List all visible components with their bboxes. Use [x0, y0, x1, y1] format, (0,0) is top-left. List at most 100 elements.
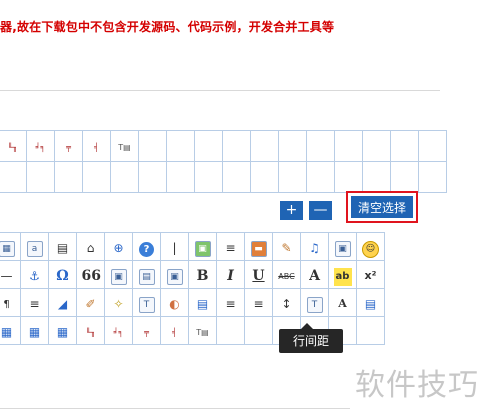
grid-cell[interactable] — [82, 161, 111, 193]
merge-cells-icon[interactable]: ╙╖ — [4, 139, 22, 157]
grid-cell[interactable] — [356, 316, 385, 345]
select-all-icon[interactable]: ◐ — [166, 295, 184, 313]
insert-code-icon[interactable]: ▣ — [110, 269, 127, 285]
grid-cell[interactable] — [390, 130, 419, 162]
grid-cell[interactable]: ▤ — [48, 232, 77, 261]
merge-cells-icon[interactable]: ╙╖ — [82, 324, 100, 342]
row-spacing-top-icon[interactable]: ≡ — [222, 295, 240, 313]
indent-icon[interactable]: ≡ — [26, 295, 44, 313]
blockquote-icon[interactable]: 66 — [82, 267, 101, 285]
grid-cell[interactable] — [166, 130, 195, 162]
grid-cell[interactable]: ↕ — [272, 288, 301, 317]
grid-cell[interactable] — [244, 316, 273, 345]
grid-cell[interactable] — [334, 161, 363, 193]
bold-icon[interactable]: B — [194, 267, 212, 285]
grid-cell[interactable]: T — [300, 288, 329, 317]
grid-cell[interactable] — [0, 161, 27, 193]
grid-cell[interactable]: A — [328, 288, 357, 317]
auto-typeset-icon[interactable]: ✧ — [110, 295, 128, 313]
grid-cell[interactable] — [306, 130, 335, 162]
grid-cell[interactable] — [26, 161, 55, 193]
grid-cell[interactable]: ≡ — [216, 232, 245, 261]
grid-cell[interactable] — [250, 130, 279, 162]
grid-cell[interactable]: ╤ — [54, 130, 83, 162]
grid-cell[interactable] — [194, 161, 223, 193]
grid-cell[interactable]: ▦ — [20, 316, 49, 345]
grid-cell[interactable]: ABC — [272, 260, 301, 289]
grid-cell[interactable] — [390, 161, 419, 193]
table-row-icon[interactable]: ▦ — [54, 323, 72, 341]
grid-cell[interactable]: ≡ — [216, 288, 245, 317]
grid-cell[interactable]: ▣ — [104, 260, 133, 289]
strikethrough-icon[interactable]: ABC — [278, 268, 296, 286]
grid-cell[interactable]: ✐ — [76, 288, 105, 317]
grid-cell[interactable]: U — [244, 260, 273, 289]
merge-right-icon[interactable]: ╛╕ — [110, 324, 128, 342]
table-title-icon[interactable]: T▤ — [194, 324, 212, 342]
grid-cell[interactable]: a — [20, 232, 49, 261]
grid-cell[interactable]: ¶ — [0, 288, 21, 317]
grid-cell[interactable] — [194, 130, 223, 162]
grid-cell[interactable] — [278, 130, 307, 162]
anchor-icon[interactable]: ⚓ — [26, 267, 44, 285]
grid-cell[interactable]: T — [132, 288, 161, 317]
separator-icon[interactable]: | — [166, 239, 184, 257]
grid-cell[interactable] — [166, 161, 195, 193]
grid-cell[interactable]: ▣ — [328, 232, 357, 261]
grid-cell[interactable] — [418, 130, 447, 162]
emotion-icon[interactable]: ☺ — [362, 240, 379, 258]
grid-cell[interactable]: ▤ — [356, 288, 385, 317]
line-height-icon[interactable]: ↕ — [278, 295, 296, 313]
grid-cell[interactable]: ≡ — [244, 288, 273, 317]
grid-cell[interactable]: x² — [356, 260, 385, 289]
grid-cell[interactable] — [334, 130, 363, 162]
grid-cell[interactable]: ▣ — [188, 232, 217, 261]
grid-cell[interactable]: ab — [328, 260, 357, 289]
table-title-icon[interactable]: T▤ — [116, 139, 134, 157]
grid-cell[interactable]: ♫ — [300, 232, 329, 261]
table-icon[interactable]: ▦ — [0, 323, 16, 341]
special-chars-icon[interactable]: Ω — [54, 267, 72, 285]
superscript-icon[interactable]: x² — [362, 267, 380, 285]
grid-cell[interactable] — [250, 161, 279, 193]
grid-cell[interactable]: ▣ — [160, 260, 189, 289]
italic-icon[interactable]: I — [222, 267, 240, 285]
grid-cell[interactable]: ≡ — [20, 288, 49, 317]
insert-frame-icon[interactable]: ▤ — [138, 269, 155, 285]
grid-cell[interactable]: ◢ — [48, 288, 77, 317]
grid-cell[interactable]: ? — [132, 232, 161, 261]
grid-cell[interactable]: B — [188, 260, 217, 289]
search-replace-icon[interactable]: ⌂ — [82, 239, 100, 257]
edit-template-icon[interactable]: ▣ — [334, 241, 351, 257]
grid-cell[interactable]: ▬ — [244, 232, 273, 261]
grid-cell[interactable]: ╙╖ — [76, 316, 105, 345]
clear-selection-button[interactable]: 清空选择 — [351, 196, 413, 218]
font-size-icon[interactable]: A — [334, 295, 352, 313]
grid-cell[interactable] — [222, 161, 251, 193]
grid-cell[interactable]: T▤ — [188, 316, 217, 345]
underline-icon[interactable]: U — [250, 267, 268, 285]
grid-cell[interactable] — [110, 161, 139, 193]
paste-plain-icon[interactable]: T — [138, 297, 155, 313]
remove-button[interactable]: — — [309, 201, 332, 220]
row-spacing-bottom-icon[interactable]: ≡ — [250, 295, 268, 313]
insert-table-icon[interactable]: ▤ — [362, 295, 380, 313]
grid-cell[interactable]: ⚓ — [20, 260, 49, 289]
grid-cell[interactable]: 66 — [76, 260, 105, 289]
grid-cell[interactable]: ☺ — [356, 232, 385, 261]
grid-cell[interactable]: ╛╕ — [104, 316, 133, 345]
grid-cell[interactable] — [216, 316, 245, 345]
preview-icon[interactable]: ⊕ — [110, 239, 128, 257]
grid-cell[interactable]: ⊕ — [104, 232, 133, 261]
insert-anchor-icon[interactable]: a — [26, 241, 43, 257]
grid-cell[interactable] — [418, 161, 447, 193]
grid-cell[interactable] — [138, 130, 167, 162]
grid-cell[interactable] — [362, 130, 391, 162]
page-break-icon[interactable]: ≡ — [222, 239, 240, 257]
split-cells-icon[interactable]: ╡ — [166, 324, 184, 342]
grid-cell[interactable] — [278, 161, 307, 193]
grid-cell[interactable]: ✧ — [104, 288, 133, 317]
grid-cell[interactable]: I — [216, 260, 245, 289]
grid-cell[interactable]: A — [300, 260, 329, 289]
block-style-icon[interactable]: ▤ — [194, 295, 212, 313]
